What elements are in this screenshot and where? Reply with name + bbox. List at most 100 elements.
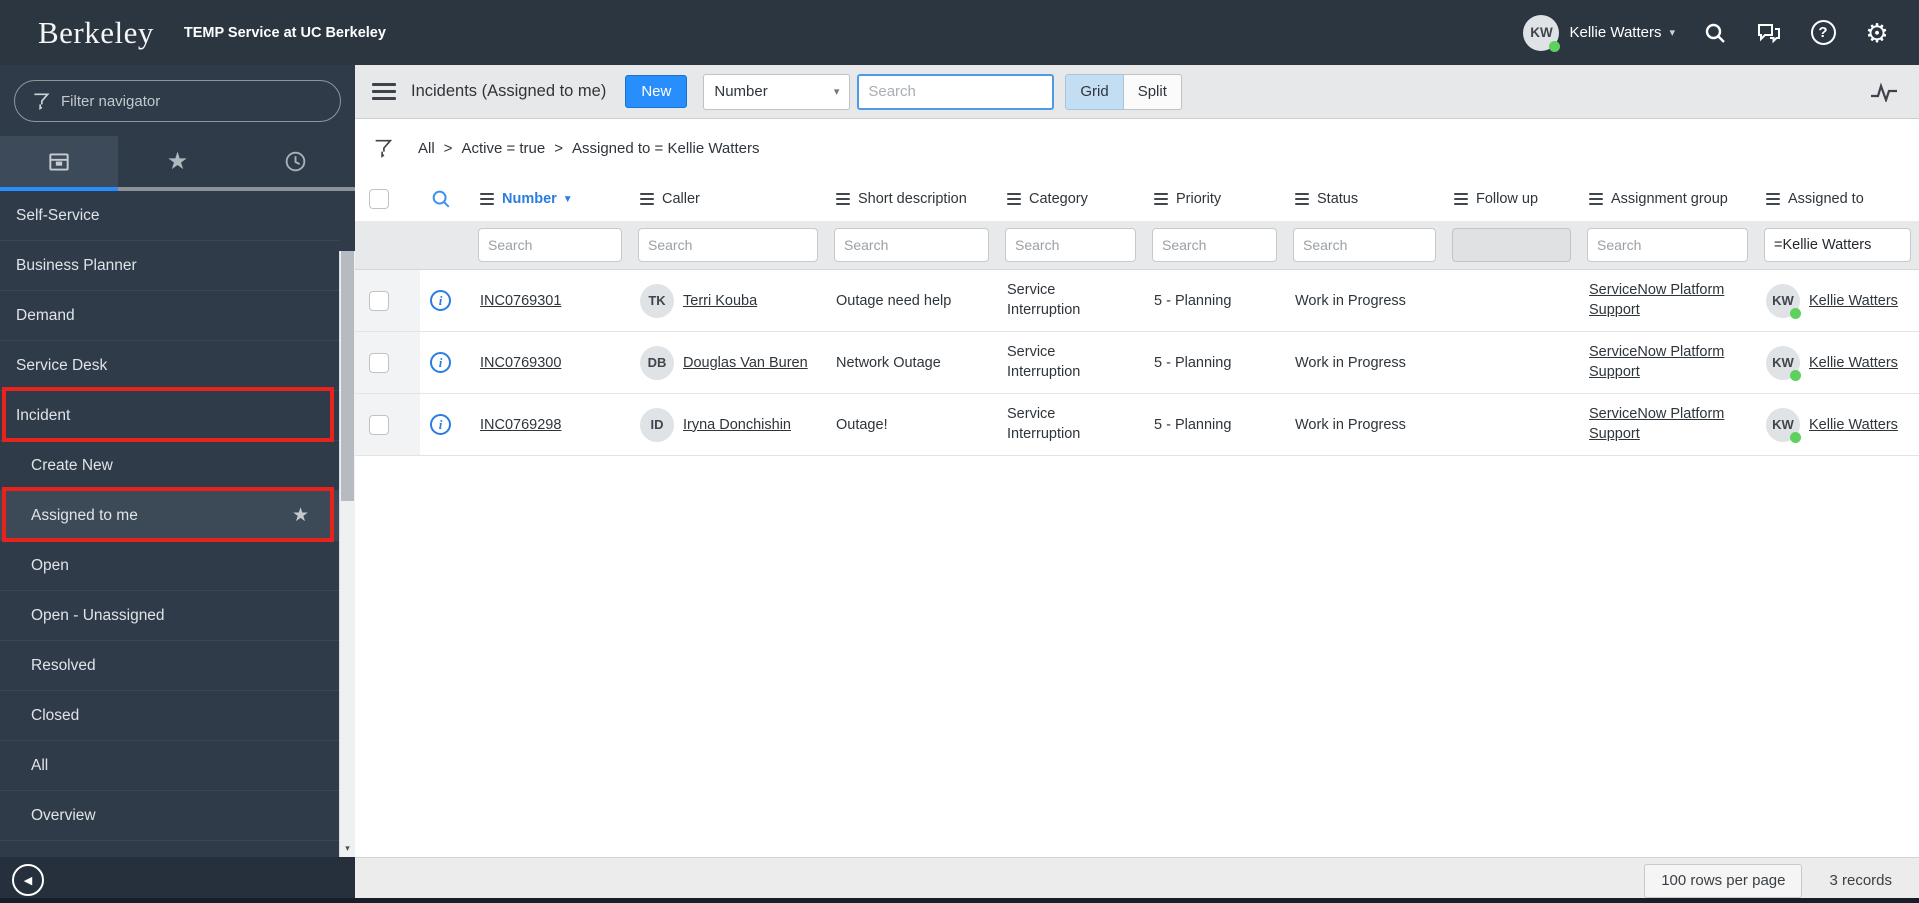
presence-indicator: [1790, 369, 1801, 381]
filter-input-assigned-to[interactable]: [1764, 228, 1911, 262]
breadcrumb-all[interactable]: All: [418, 140, 435, 157]
user-avatar: KW: [1523, 14, 1561, 52]
list-context-menu-icon[interactable]: [372, 83, 396, 100]
filter-input-category[interactable]: [1005, 228, 1136, 262]
column-header-number[interactable]: Number ▼: [470, 177, 630, 221]
sidebar-item-assigned-to-me[interactable]: Assigned to me ★: [0, 487, 339, 542]
connect-chat-icon[interactable]: [1755, 19, 1783, 47]
list-search-input[interactable]: [857, 73, 1055, 110]
grid-view-button[interactable]: Grid: [1065, 73, 1124, 110]
gear-icon[interactable]: ⚙: [1863, 19, 1891, 47]
filter-navigator-input[interactable]: [61, 92, 324, 110]
rows-per-page-button[interactable]: 100 rows per page: [1644, 863, 1803, 898]
caller-link[interactable]: Terri Kouba: [683, 293, 757, 309]
incident-number-link[interactable]: INC0769301: [480, 293, 561, 309]
presence-indicator: [1790, 307, 1801, 319]
column-header-category[interactable]: Category: [997, 177, 1144, 221]
caller-link[interactable]: Iryna Donchishin: [683, 417, 791, 433]
column-header-short-description[interactable]: Short description: [826, 177, 997, 221]
breadcrumb-active-true[interactable]: Active = true: [461, 140, 545, 157]
row-checkbox[interactable]: [369, 414, 389, 435]
caller-avatar: TK: [640, 283, 674, 318]
column-header-assigned-to[interactable]: Assigned to: [1756, 177, 1919, 221]
new-button[interactable]: New: [625, 75, 688, 108]
priority-text: 5 - Planning: [1154, 292, 1232, 309]
sidebar-item-incident[interactable]: Incident: [0, 387, 339, 442]
search-field-select[interactable]: Number ▾: [703, 73, 851, 110]
tab-history[interactable]: [236, 136, 355, 191]
sidebar-item-service-desk[interactable]: Service Desk: [0, 341, 339, 391]
assigned-to-link[interactable]: Kellie Watters: [1809, 417, 1898, 433]
global-search-icon[interactable]: [1701, 19, 1729, 47]
assigned-to-link[interactable]: Kellie Watters: [1809, 355, 1898, 371]
favorite-star-icon[interactable]: ★: [292, 504, 309, 527]
sidebar-item-demand[interactable]: Demand: [0, 291, 339, 341]
column-menu-icon[interactable]: [480, 192, 494, 206]
sidebar-scrollbar-thumb[interactable]: [341, 251, 354, 501]
column-menu-icon[interactable]: [1454, 192, 1468, 206]
split-view-button[interactable]: Split: [1123, 73, 1182, 110]
incident-number-link[interactable]: INC0769300: [480, 355, 561, 371]
assignment-group-link[interactable]: ServiceNow Platform Support: [1589, 343, 1741, 382]
activity-pulse-icon[interactable]: [1869, 81, 1899, 102]
sidebar-item-resolved[interactable]: Resolved: [0, 641, 339, 691]
column-header-priority[interactable]: Priority: [1144, 177, 1285, 221]
star-icon: ★: [166, 148, 189, 175]
tab-favorites[interactable]: ★: [118, 136, 237, 191]
filter-input-number[interactable]: [478, 228, 622, 262]
incident-number-link[interactable]: INC0769298: [480, 417, 561, 433]
row-checkbox[interactable]: [369, 290, 389, 311]
status-text: Work in Progress: [1295, 416, 1406, 433]
sidebar-item-self-service[interactable]: Self-Service: [0, 191, 339, 241]
sidebar-item-open-unassigned[interactable]: Open - Unassigned: [0, 591, 339, 641]
filter-navigator-field[interactable]: [14, 80, 341, 122]
record-preview-icon[interactable]: i: [430, 352, 451, 373]
filter-input-short-description[interactable]: [834, 228, 989, 262]
filter-navigator-container: [0, 65, 355, 136]
help-icon[interactable]: ?: [1809, 19, 1837, 47]
assignment-group-link[interactable]: ServiceNow Platform Support: [1589, 405, 1741, 444]
breadcrumb-assigned-to[interactable]: Assigned to = Kellie Watters: [572, 140, 759, 157]
priority-text: 5 - Planning: [1154, 354, 1232, 371]
filter-input-priority[interactable]: [1152, 228, 1277, 262]
column-search-icon[interactable]: [430, 188, 452, 210]
sidebar-item-create-new[interactable]: Create New: [0, 441, 339, 491]
column-header-follow-up[interactable]: Follow up: [1444, 177, 1579, 221]
column-menu-icon[interactable]: [1589, 192, 1603, 206]
assignment-group-link[interactable]: ServiceNow Platform Support: [1589, 281, 1741, 320]
collapse-sidebar-icon[interactable]: ◀: [12, 864, 44, 896]
record-preview-icon[interactable]: i: [430, 290, 451, 311]
row-checkbox[interactable]: [369, 352, 389, 373]
sidebar-item-business-planner[interactable]: Business Planner: [0, 241, 339, 291]
sidebar-item-all[interactable]: All: [0, 741, 339, 791]
column-menu-icon[interactable]: [836, 192, 850, 206]
column-menu-icon[interactable]: [1766, 192, 1780, 206]
filter-input-assignment-group[interactable]: [1587, 228, 1748, 262]
column-header-assignment-group[interactable]: Assignment group: [1579, 177, 1756, 221]
sidebar-item-open[interactable]: Open: [0, 541, 339, 591]
sidebar-scrollbar[interactable]: ▾: [339, 251, 355, 857]
user-menu[interactable]: KW Kellie Watters ▾: [1523, 14, 1675, 52]
tab-all-applications[interactable]: [0, 136, 119, 191]
category-text: Service Interruption: [1007, 343, 1081, 380]
assigned-to-avatar: KW: [1766, 345, 1801, 381]
column-menu-icon[interactable]: [1295, 192, 1309, 206]
caller-link[interactable]: Douglas Van Buren: [683, 355, 808, 371]
app-title: TEMP Service at UC Berkeley: [183, 24, 386, 41]
sidebar-item-overview[interactable]: Overview: [0, 791, 339, 841]
column-menu-icon[interactable]: [1154, 192, 1168, 206]
column-menu-icon[interactable]: [1007, 192, 1021, 206]
column-menu-icon[interactable]: [640, 192, 654, 206]
select-all-checkbox[interactable]: [369, 189, 389, 209]
filter-input-caller[interactable]: [638, 228, 818, 262]
funnel-icon: [34, 93, 50, 111]
filter-funnel-icon[interactable]: [372, 137, 394, 159]
assigned-to-link[interactable]: Kellie Watters: [1809, 293, 1898, 309]
record-count: 3 records: [1829, 872, 1892, 889]
column-header-caller[interactable]: Caller: [630, 177, 826, 221]
column-header-status[interactable]: Status: [1285, 177, 1444, 221]
record-preview-icon[interactable]: i: [430, 414, 451, 435]
filter-input-status[interactable]: [1293, 228, 1436, 262]
scroll-down-arrow[interactable]: ▾: [340, 839, 355, 857]
sidebar-item-closed[interactable]: Closed: [0, 691, 339, 741]
